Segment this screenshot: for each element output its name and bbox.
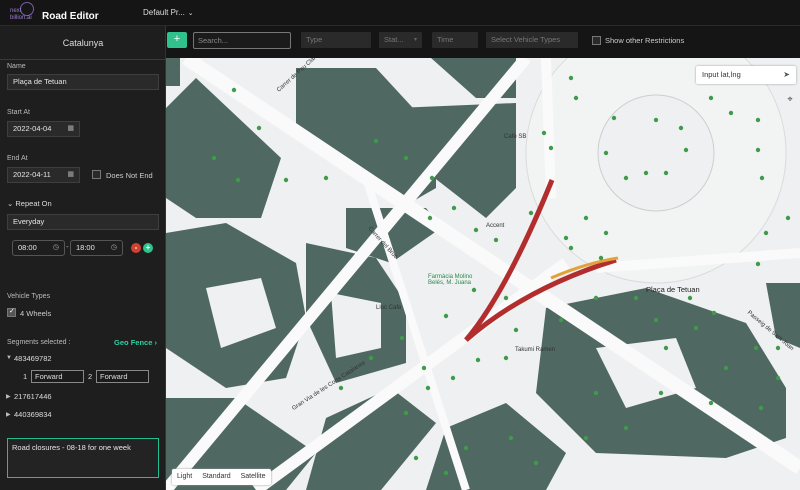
building-block bbox=[426, 403, 566, 490]
calendar-icon: ▦ bbox=[67, 171, 74, 178]
building-block bbox=[166, 78, 281, 218]
project-selector[interactable]: Default Pr... ⌄ bbox=[143, 8, 194, 17]
time-select[interactable]: Time bbox=[432, 32, 478, 48]
add-button[interactable]: + bbox=[167, 32, 187, 48]
repeat-toggle[interactable]: ⌄ Repeat On bbox=[7, 199, 52, 208]
remove-time-button[interactable]: - bbox=[131, 243, 141, 253]
send-icon[interactable]: ➤ bbox=[783, 66, 790, 84]
map-canvas[interactable]: Carrer de Pau Claris Carrer del Bruc Pla… bbox=[166, 58, 800, 490]
time-from-value: 08:00 bbox=[18, 243, 37, 252]
vehicle-types-label: Vehicle Types bbox=[7, 293, 51, 300]
time-from-input[interactable]: 08:00 ◷ bbox=[12, 240, 65, 256]
locate-icon[interactable]: ⌖ bbox=[784, 93, 796, 105]
name-label: Name bbox=[7, 63, 26, 70]
poi-label: Farmàcia Molino Belés, M. Juana bbox=[428, 274, 473, 286]
square-label: Plaça de Tetuan bbox=[646, 285, 700, 294]
end-date-value: 2022-04-11 bbox=[13, 170, 51, 179]
status-select[interactable]: Stat... ▾ bbox=[379, 32, 422, 48]
roundabout-center bbox=[597, 94, 715, 212]
courtyard bbox=[331, 293, 381, 358]
time-placeholder: Time bbox=[437, 35, 454, 44]
direction-select[interactable]: Forward bbox=[96, 370, 149, 383]
map-style-switcher: Light Standard Satellite bbox=[172, 469, 271, 485]
clock-icon: ◷ bbox=[110, 244, 117, 251]
segment-id[interactable]: 440369834 bbox=[14, 410, 52, 419]
four-wheels-label: 4 Wheels bbox=[20, 309, 52, 318]
search-input[interactable]: Search... bbox=[193, 32, 291, 49]
style-light[interactable]: Light bbox=[172, 469, 197, 485]
does-not-end-checkbox[interactable] bbox=[92, 170, 101, 179]
latlng-input[interactable]: Input lat,lng ➤ bbox=[696, 66, 796, 84]
chevron-down-icon: ⌄ bbox=[7, 199, 14, 208]
poi-label: Takumi Ramen bbox=[515, 347, 556, 353]
latlng-placeholder: Input lat,lng bbox=[702, 70, 741, 79]
app-title: Road Editor bbox=[42, 11, 99, 22]
add-time-button[interactable]: + bbox=[143, 243, 153, 253]
vehicle-types-select[interactable]: Select Vehicle Types bbox=[486, 32, 578, 48]
poi-label: Lloc Cafe bbox=[376, 305, 402, 311]
poi-label: Cafè SB bbox=[504, 134, 527, 140]
project-name: Default Pr... bbox=[143, 8, 185, 17]
direction-number: 2 bbox=[88, 372, 93, 381]
does-not-end-label: Does Not End bbox=[106, 171, 153, 180]
name-input[interactable]: Plaça de Tetuan bbox=[7, 74, 159, 90]
road-north bbox=[541, 58, 556, 199]
segments-label: Segments selected : bbox=[7, 339, 71, 346]
logo-line1: next bbox=[10, 8, 22, 14]
clock-icon: ◷ bbox=[52, 244, 59, 251]
type-select[interactable]: Type bbox=[301, 32, 371, 48]
nextbillion-logo: next billion.ai bbox=[10, 2, 40, 24]
start-date-input[interactable]: 2022-04-04 ▦ bbox=[7, 121, 80, 137]
show-other-restrictions-label: Show other Restrictions bbox=[605, 36, 685, 45]
region-title: Catalunya bbox=[0, 26, 166, 60]
time-to-input[interactable]: 18:00 ◷ bbox=[70, 240, 123, 256]
top-bar: next billion.ai Road Editor Default Pr..… bbox=[0, 0, 800, 26]
notes-textarea[interactable]: Road closures - 08-18 for one week bbox=[7, 438, 159, 478]
segment-collapse-icon[interactable]: ▶ bbox=[6, 393, 11, 400]
segment-expand-icon[interactable]: ▼ bbox=[6, 355, 12, 361]
start-label: Start At bbox=[7, 109, 30, 116]
time-separator: - bbox=[66, 242, 69, 251]
end-date-input[interactable]: 2022-04-11 ▦ bbox=[7, 167, 80, 183]
chevron-down-icon: ⌄ bbox=[187, 10, 194, 17]
end-label: End At bbox=[7, 155, 28, 162]
segment-id[interactable]: 217617446 bbox=[14, 392, 52, 401]
sidebar: Catalunya Name Plaça de Tetuan Start At … bbox=[0, 26, 166, 490]
direction-number: 1 bbox=[23, 372, 28, 381]
calendar-icon: ▦ bbox=[67, 125, 74, 132]
type-placeholder: Type bbox=[306, 35, 323, 44]
caret-icon: ▾ bbox=[413, 37, 417, 43]
repeat-label: Repeat On bbox=[15, 199, 52, 208]
logo-line2: billion.ai bbox=[10, 15, 32, 21]
poi-label: Accent bbox=[486, 223, 505, 229]
style-satellite[interactable]: Satellite bbox=[236, 469, 271, 485]
style-standard[interactable]: Standard bbox=[197, 469, 235, 485]
show-other-restrictions-checkbox[interactable] bbox=[592, 36, 601, 45]
segment-id[interactable]: 483469782 bbox=[14, 354, 52, 363]
map-toolbar: + Search... Type Stat... ▾ Time Select Ve… bbox=[166, 26, 800, 58]
direction-select[interactable]: Forward bbox=[31, 370, 84, 383]
start-date-value: 2022-04-04 bbox=[13, 124, 52, 133]
geo-fence-link[interactable]: Geo Fence › bbox=[114, 338, 157, 347]
repeat-select[interactable]: Everyday bbox=[7, 214, 159, 230]
vehicle-placeholder: Select Vehicle Types bbox=[491, 35, 561, 44]
geo-fence-label: Geo Fence bbox=[114, 338, 153, 347]
building-block bbox=[166, 58, 180, 86]
segment-collapse-icon[interactable]: ▶ bbox=[6, 411, 11, 418]
status-placeholder: Stat... bbox=[384, 35, 404, 44]
time-to-value: 18:00 bbox=[76, 243, 95, 252]
four-wheels-checkbox[interactable] bbox=[7, 307, 16, 317]
